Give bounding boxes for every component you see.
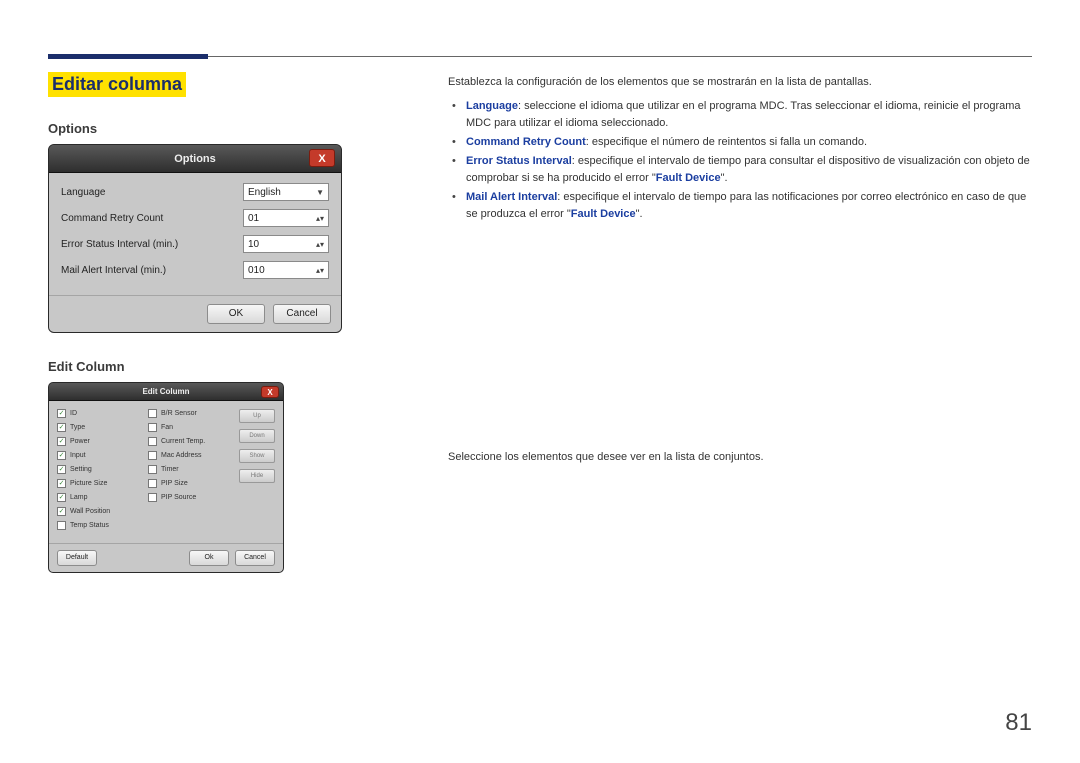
page-number: 81 <box>1005 709 1032 737</box>
checkbox-label: PIP Size <box>161 480 188 487</box>
checkbox-row: Mac Address <box>148 451 233 460</box>
checkbox-row: PIP Source <box>148 493 233 502</box>
checkbox[interactable]: ✓ <box>57 465 66 474</box>
checkbox[interactable] <box>148 423 157 432</box>
checkbox-label: Setting <box>70 466 92 473</box>
options-heading: Options <box>48 121 408 136</box>
stepper-icon: ▴▾ <box>316 266 324 275</box>
checkbox-row: PIP Size <box>148 479 233 488</box>
checkbox-label: Type <box>70 424 85 431</box>
checkbox[interactable]: ✓ <box>57 451 66 460</box>
checkbox-row: ✓ Setting <box>57 465 142 474</box>
checkbox-row: ✓ Wall Position <box>57 507 142 516</box>
checkbox-label: Input <box>70 452 86 459</box>
stepper-icon: ▴▾ <box>316 214 324 223</box>
options-dialog: Options X Language English ▼ Command Ret… <box>48 144 342 333</box>
cancel-button[interactable]: Cancel <box>235 550 275 566</box>
error-interval-stepper[interactable]: 10 ▴▾ <box>243 235 329 253</box>
checkbox-row: ✓ Lamp <box>57 493 142 502</box>
down-button[interactable]: Down <box>239 429 275 443</box>
bullet-retry-count: Command Retry Count: especifique el núme… <box>466 134 1032 151</box>
retry-count-label: Command Retry Count <box>61 213 243 224</box>
checkbox-row: ✓ Input <box>57 451 142 460</box>
close-icon[interactable]: X <box>309 149 335 167</box>
close-icon[interactable]: X <box>261 386 279 398</box>
checkbox-label: B/R Sensor <box>161 410 197 417</box>
intro-text-2: Seleccione los elementos que desee ver e… <box>448 451 1032 463</box>
mail-interval-stepper[interactable]: 010 ▴▾ <box>243 261 329 279</box>
options-dialog-title: Options <box>174 153 216 165</box>
default-button[interactable]: Default <box>57 550 97 566</box>
checkbox[interactable]: ✓ <box>57 507 66 516</box>
checkbox-label: PIP Source <box>161 494 196 501</box>
language-label: Language <box>61 187 243 198</box>
editcolumn-titlebar: Edit Column X <box>49 383 283 401</box>
checkbox[interactable] <box>148 451 157 460</box>
checkbox[interactable]: ✓ <box>57 479 66 488</box>
checkbox-row: Timer <box>148 465 233 474</box>
stepper-icon: ▴▾ <box>316 240 324 249</box>
checkbox-row: Temp Status <box>57 521 142 530</box>
editcolumn-dialog: Edit Column X ✓ ID ✓ Type ✓ Power ✓ Input ✓ Setti… <box>48 382 284 573</box>
checkbox[interactable]: ✓ <box>57 409 66 418</box>
checkbox-row: ✓ Power <box>57 437 142 446</box>
checkbox[interactable] <box>148 465 157 474</box>
error-interval-label: Error Status Interval (min.) <box>61 239 243 250</box>
editcolumn-heading: Edit Column <box>48 359 408 374</box>
cancel-button[interactable]: Cancel <box>273 304 331 324</box>
checkbox-row: B/R Sensor <box>148 409 233 418</box>
checkbox-row: Fan <box>148 423 233 432</box>
ok-button[interactable]: OK <box>207 304 265 324</box>
hide-button[interactable]: Hide <box>239 469 275 483</box>
checkbox[interactable]: ✓ <box>57 493 66 502</box>
ok-button[interactable]: Ok <box>189 550 229 566</box>
checkbox-row: ✓ Picture Size <box>57 479 142 488</box>
header-rule <box>48 48 1032 60</box>
checkbox-label: Mac Address <box>161 452 201 459</box>
checkbox[interactable] <box>148 409 157 418</box>
bullet-language: Language: seleccione el idioma que utili… <box>466 98 1032 132</box>
checkbox-row: ✓ ID <box>57 409 142 418</box>
bullet-mail-interval: Mail Alert Interval: especifique el inte… <box>466 189 1032 223</box>
retry-count-stepper[interactable]: 01 ▴▾ <box>243 209 329 227</box>
checkbox[interactable] <box>148 437 157 446</box>
chevron-down-icon: ▼ <box>316 188 324 197</box>
checkbox-label: ID <box>70 410 77 417</box>
bullet-error-interval: Error Status Interval: especifique el in… <box>466 153 1032 187</box>
checkbox[interactable] <box>148 493 157 502</box>
checkbox-label: Wall Position <box>70 508 110 515</box>
up-button[interactable]: Up <box>239 409 275 423</box>
checkbox-label: Power <box>70 438 90 445</box>
checkbox-row: Current Temp. <box>148 437 233 446</box>
checkbox[interactable]: ✓ <box>57 423 66 432</box>
checkbox-label: Temp Status <box>70 522 109 529</box>
show-button[interactable]: Show <box>239 449 275 463</box>
options-dialog-titlebar: Options X <box>49 145 341 173</box>
checkbox-label: Lamp <box>70 494 88 501</box>
checkbox-label: Picture Size <box>70 480 107 487</box>
language-select[interactable]: English ▼ <box>243 183 329 201</box>
checkbox-label: Current Temp. <box>161 438 205 445</box>
mail-interval-label: Mail Alert Interval (min.) <box>61 265 243 276</box>
checkbox-row: ✓ Type <box>57 423 142 432</box>
checkbox[interactable]: ✓ <box>57 437 66 446</box>
section-title: Editar columna <box>48 72 186 97</box>
intro-text: Establezca la configuración de los eleme… <box>448 76 1032 88</box>
checkbox-label: Timer <box>161 466 179 473</box>
editcolumn-title: Edit Column <box>142 387 189 396</box>
checkbox-label: Fan <box>161 424 173 431</box>
checkbox[interactable] <box>57 521 66 530</box>
checkbox[interactable] <box>148 479 157 488</box>
